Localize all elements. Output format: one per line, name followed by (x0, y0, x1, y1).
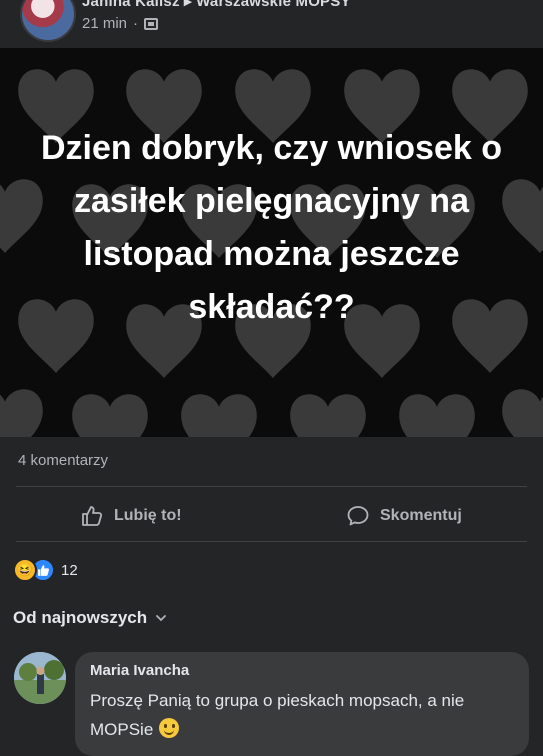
sort-label: Od najnowszych (13, 608, 148, 627)
comment-bubble-icon (347, 506, 369, 526)
comment-sort-dropdown[interactable]: Od najnowszych (13, 608, 167, 628)
comment-button[interactable]: Skomentuj (346, 504, 462, 528)
post-image[interactable]: Dzien dobryk, czy wniosek o zasiłek piel… (0, 48, 543, 437)
meta-separator: · (133, 15, 139, 32)
chevron-down-icon (156, 615, 167, 622)
post-image-text: Dzien dobryk, czy wniosek o zasiłek piel… (40, 129, 502, 326)
like-label: Lubię to! (114, 507, 182, 524)
reaction-count: 12 (61, 561, 78, 579)
comment-text: Proszę Panią to grupa o pieskach mopsach… (90, 691, 465, 739)
comment-count[interactable]: 4 komentarzy (18, 452, 108, 469)
post-meta: 21 min · (82, 15, 159, 32)
divider-top (16, 486, 527, 487)
commenter-avatar[interactable] (14, 652, 66, 704)
divider-bottom (16, 541, 527, 542)
comment-author[interactable]: Maria Ivancha (90, 662, 189, 679)
group-icon (144, 17, 159, 30)
like-button[interactable]: Lubię to! (80, 504, 182, 528)
author-and-group[interactable]: Janina Kalisz ▸ Warszawskie MOPSY (82, 0, 351, 10)
post-time[interactable]: 21 min (82, 15, 127, 32)
comment-bubble[interactable]: Maria Ivancha Proszę Panią to grupa o pi… (75, 652, 529, 756)
reactions-summary[interactable]: 😆 12 (13, 558, 78, 582)
haha-icon: 😆 (13, 558, 37, 582)
smile-emoji-icon (159, 718, 180, 738)
comment-label: Skomentuj (380, 507, 462, 524)
commenter-photo (14, 652, 66, 704)
thumbs-up-icon (82, 506, 103, 526)
post-header: Janina Kalisz ▸ Warszawskie MOPSY 21 min… (0, 0, 543, 48)
author-avatar[interactable] (20, 0, 76, 42)
